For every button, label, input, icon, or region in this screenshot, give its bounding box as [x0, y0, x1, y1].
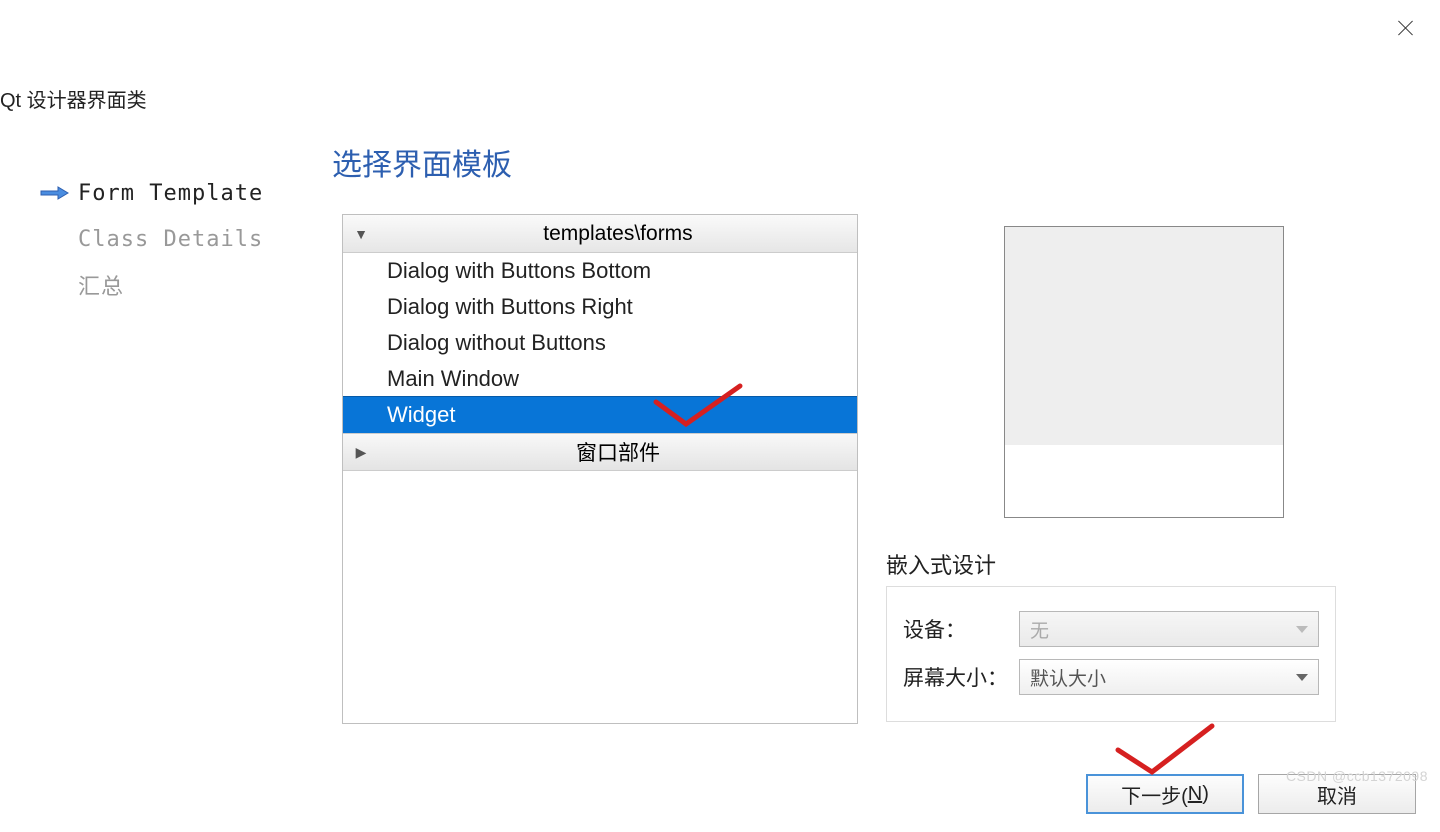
screen-size-select[interactable]: 默认大小 [1019, 659, 1319, 695]
section-heading: 选择界面模板 [332, 140, 512, 184]
sidebar-item-form-template[interactable]: Form Template [40, 170, 300, 216]
expand-icon: ▶ [343, 444, 379, 461]
tree-item-dialog-buttons-right[interactable]: Dialog with Buttons Right [343, 289, 857, 325]
sidebar-item-label: Class Details [78, 227, 263, 252]
next-label-prefix: 下一步( [1121, 780, 1188, 809]
next-label-suffix: ) [1202, 783, 1209, 806]
chevron-down-icon [1296, 674, 1308, 681]
sidebar-item-label: 汇总 [78, 269, 124, 301]
arrow-right-icon [40, 183, 70, 203]
screen-label: 屏幕大小： [903, 662, 1019, 692]
tree-item-dialog-without-buttons[interactable]: Dialog without Buttons [343, 325, 857, 361]
tree-item-dialog-buttons-bottom[interactable]: Dialog with Buttons Bottom [343, 253, 857, 289]
sidebar-item-label: Form Template [78, 181, 263, 206]
embedded-group-title: 嵌入式设计 [886, 548, 996, 580]
next-button[interactable]: 下一步(N) [1086, 774, 1244, 814]
sidebar-item-summary: 汇总 [40, 262, 300, 308]
watermark: CSDN @ccb1372098 [1286, 768, 1428, 784]
device-label: 设备： [903, 614, 1019, 644]
next-label-mnemonic: N [1188, 783, 1202, 806]
close-icon[interactable] [1396, 18, 1416, 38]
embedded-group: 设备： 无 屏幕大小： 默认大小 [886, 586, 1336, 722]
annotation-check-icon [1110, 720, 1220, 780]
preview-panel [1004, 226, 1284, 518]
chevron-down-icon [1296, 626, 1308, 633]
tree-group-label: 窗口部件 [379, 437, 857, 467]
tree-group-forms[interactable]: ▼ templates\forms [343, 215, 857, 253]
tree-group-label: templates\forms [379, 222, 857, 246]
collapse-icon: ▼ [343, 226, 379, 242]
preview-canvas [1005, 227, 1283, 445]
tree-item-main-window[interactable]: Main Window [343, 361, 857, 397]
sidebar-item-class-details: Class Details [40, 216, 300, 262]
screen-value: 默认大小 [1030, 664, 1106, 691]
template-tree: ▼ templates\forms Dialog with Buttons Bo… [342, 214, 858, 724]
tree-group-widgets[interactable]: ▶ 窗口部件 [343, 433, 857, 471]
device-value: 无 [1030, 616, 1049, 643]
tree-item-widget[interactable]: Widget [343, 397, 857, 433]
wizard-sidebar: Form Template Class Details 汇总 [40, 170, 300, 308]
page-title: Qt 设计器界面类 [0, 84, 147, 113]
device-select[interactable]: 无 [1019, 611, 1319, 647]
